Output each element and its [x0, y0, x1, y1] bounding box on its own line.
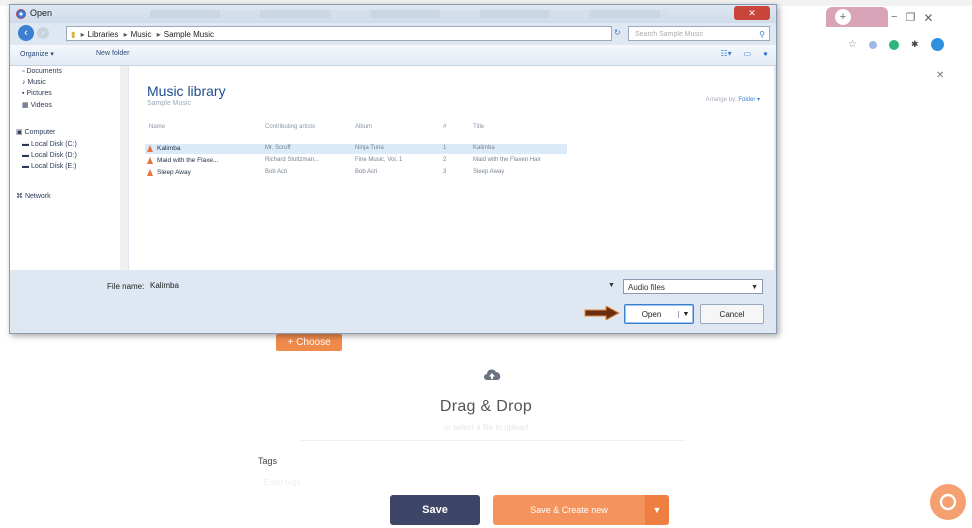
breadcrumb-libraries[interactable]: Libraries — [88, 30, 119, 39]
view-controls: ☷▾ ▭ ● — [720, 49, 768, 58]
open-label: Open — [641, 309, 662, 319]
open-file-dialog: Open ✕ ‹ › ▮ ▸ Libraries ▸ Music ▸ Sample M… — [9, 4, 777, 334]
nav-item-videos[interactable]: ▦ Videos — [22, 101, 52, 109]
folder-icon: ▮ — [71, 30, 76, 39]
file-type-select[interactable]: Audio files ▼ — [623, 279, 763, 294]
chevron-down-icon: ▼ — [751, 284, 758, 291]
back-arrow-icon[interactable]: ‹ — [18, 25, 34, 41]
chevron-down-icon[interactable]: ▼ — [608, 282, 615, 289]
chat-icon — [939, 493, 957, 511]
new-folder-button[interactable]: New folder — [96, 50, 129, 57]
background-window-tabs — [150, 10, 670, 18]
save-create-new-label: Save & Create new — [530, 505, 608, 515]
chevron-down-icon[interactable]: ▼ — [678, 310, 693, 318]
save-button[interactable]: Save — [390, 495, 480, 525]
cloud-upload-icon — [484, 369, 501, 380]
library-title: Music library — [147, 83, 226, 99]
view-options-icon[interactable]: ☷▾ — [720, 49, 731, 58]
choose-file-button[interactable]: + Choose — [276, 334, 342, 351]
column-header-title[interactable]: Title — [473, 124, 484, 130]
breadcrumb-music[interactable]: Music — [131, 30, 152, 39]
dialog-title: Open — [30, 8, 53, 18]
new-tab-button[interactable]: + — [835, 9, 851, 25]
filename-input[interactable]: Kalimba — [150, 279, 610, 292]
chevron-down-icon[interactable]: ▼ — [645, 495, 669, 525]
search-input[interactable]: Search Sample Music ⚲ — [628, 26, 770, 41]
nav-item-documents[interactable]: ▫ Documents — [22, 68, 62, 75]
vlc-file-icon — [147, 169, 153, 176]
choose-label: Choose — [296, 337, 331, 348]
star-icon[interactable]: ☆ — [848, 39, 857, 50]
dialog-title-bar: Open ✕ — [10, 5, 776, 23]
nav-pane-scrollbar[interactable] — [120, 66, 128, 270]
minimize-icon[interactable]: − — [891, 11, 897, 25]
nav-item-drive-c[interactable]: ▬ Local Disk (C:) — [22, 141, 77, 148]
close-window-icon[interactable]: ✕ — [923, 11, 933, 25]
forward-arrow-icon[interactable]: › — [37, 27, 49, 39]
cancel-button[interactable]: Cancel — [700, 304, 764, 324]
help-icon[interactable]: ● — [763, 49, 768, 58]
plus-icon: + — [287, 337, 294, 348]
chat-widget-button[interactable] — [930, 484, 966, 520]
file-list-pane: Music library Sample Music Arrange by: F… — [129, 66, 774, 270]
preview-pane-icon[interactable]: ▭ — [744, 49, 752, 58]
vlc-file-icon — [147, 145, 153, 152]
dialog-close-button[interactable]: ✕ — [734, 6, 770, 20]
column-header-number[interactable]: # — [443, 124, 446, 130]
filename-label: File name: — [107, 282, 145, 291]
annotation-arrow-icon — [584, 306, 620, 320]
restore-icon[interactable]: ❐ — [905, 11, 915, 25]
file-row[interactable]: Maid with the Flaxe... Richard Stoltzman… — [145, 156, 567, 166]
vlc-file-icon — [147, 157, 153, 164]
breadcrumb-sample-music[interactable]: Sample Music — [164, 30, 214, 39]
extension-icon[interactable] — [868, 40, 877, 49]
nav-item-pictures[interactable]: ▪ Pictures — [22, 90, 52, 97]
refresh-icon[interactable]: ↻ — [614, 28, 621, 37]
search-icon: ⚲ — [759, 30, 765, 39]
address-bar[interactable]: ▮ ▸ Libraries ▸ Music ▸ Sample Music — [66, 26, 612, 41]
arrange-by[interactable]: Arrange by: Folder ▾ — [706, 96, 760, 103]
extension-icon[interactable] — [888, 39, 899, 50]
nav-item-network[interactable]: ⌘ Network — [16, 192, 51, 200]
open-button[interactable]: Open ▼ — [624, 304, 694, 324]
organize-button[interactable]: Organize ▾ — [20, 50, 54, 58]
divider — [300, 440, 685, 441]
close-icon[interactable]: ✕ — [936, 70, 944, 81]
save-create-new-button[interactable]: Save & Create new ▼ — [493, 495, 669, 525]
drag-drop-title: Drag & Drop — [439, 398, 533, 415]
chrome-icon — [16, 9, 26, 19]
profile-icon[interactable] — [930, 38, 944, 51]
extension-bar: ☆ ✱ — [848, 38, 944, 51]
command-bar: Organize ▾ New folder ☷▾ ▭ ● — [10, 45, 776, 66]
nav-item-music[interactable]: ♪ Music — [22, 79, 46, 86]
tags-input[interactable]: Enter tags — [264, 478, 300, 487]
column-header-name[interactable]: Name — [149, 124, 165, 130]
drag-drop-subtitle: or select a file to upload — [443, 423, 529, 432]
column-header-album[interactable]: Album — [355, 124, 372, 130]
tags-label: Tags — [258, 456, 278, 466]
nav-item-drive-e[interactable]: ▬ Local Disk (E:) — [22, 163, 76, 170]
window-controls: − ❐ ✕ — [891, 11, 933, 25]
library-subtitle: Sample Music — [147, 100, 191, 107]
navigation-row: ‹ › ▮ ▸ Libraries ▸ Music ▸ Sample Music ↻ … — [10, 23, 776, 45]
file-row[interactable]: Sleep Away Bob Acri Bob Acri 3 Sleep Awa… — [145, 168, 567, 178]
column-header-artist[interactable]: Contributing artists — [265, 124, 315, 130]
nav-item-drive-d[interactable]: ▬ Local Disk (D:) — [22, 152, 77, 159]
nav-item-computer[interactable]: ▣ Computer — [16, 128, 55, 136]
search-placeholder: Search Sample Music — [635, 31, 704, 38]
file-row[interactable]: Kalimba Mr. Scruff Ninja Tuna 1 Kalimba — [145, 144, 567, 154]
navigation-pane: ▫ Documents ♪ Music ▪ Pictures ▦ Videos … — [10, 66, 128, 270]
puzzle-icon[interactable]: ✱ — [911, 39, 919, 50]
